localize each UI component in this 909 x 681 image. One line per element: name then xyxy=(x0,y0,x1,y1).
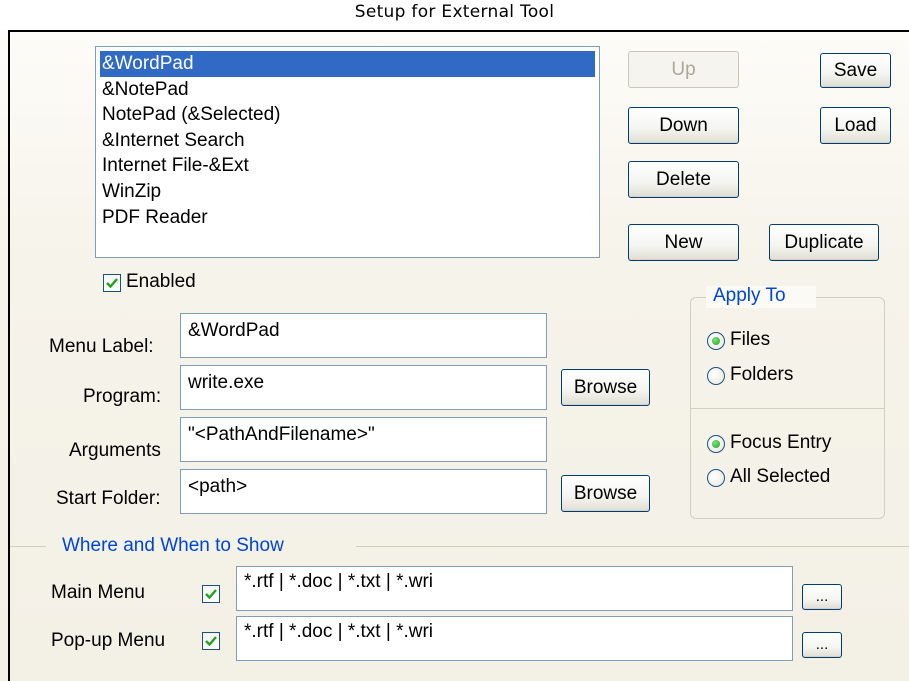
main-menu-label: Main Menu xyxy=(51,582,145,603)
main-menu-checkbox[interactable] xyxy=(202,585,220,603)
start-folder-input[interactable]: <path> xyxy=(180,469,547,514)
focus-entry-radio[interactable] xyxy=(707,435,725,453)
radio-dot-icon xyxy=(712,440,720,448)
files-label: Files xyxy=(730,329,771,350)
start-folder-label: Start Folder: xyxy=(56,488,161,509)
load-button[interactable]: Load xyxy=(820,107,891,144)
arguments-input[interactable]: "<PathAndFilename>" xyxy=(180,417,547,462)
all-selected-label: All Selected xyxy=(730,466,831,487)
files-radio[interactable] xyxy=(707,332,725,350)
program-input[interactable]: write.exe xyxy=(180,365,547,410)
popup-menu-ellipsis-button[interactable]: ... xyxy=(802,632,842,658)
section-divider xyxy=(10,546,46,547)
apply-to-title: Apply To xyxy=(713,285,786,306)
folders-radio[interactable] xyxy=(707,367,725,385)
enabled-label: Enabled xyxy=(126,271,196,292)
focus-entry-label: Focus Entry xyxy=(730,432,832,453)
down-button[interactable]: Down xyxy=(628,107,739,144)
save-button[interactable]: Save xyxy=(820,53,891,88)
delete-button[interactable]: Delete xyxy=(628,161,739,198)
list-item[interactable]: &NotePad xyxy=(100,77,595,103)
section-divider xyxy=(356,546,909,547)
tools-listbox[interactable]: &WordPad &NotePad NotePad (&Selected) &I… xyxy=(95,46,600,258)
enabled-checkbox[interactable] xyxy=(103,274,121,292)
up-button[interactable]: Up xyxy=(628,51,739,88)
all-selected-radio[interactable] xyxy=(707,469,725,487)
folders-label: Folders xyxy=(730,364,794,385)
list-item[interactable]: &WordPad xyxy=(100,51,595,77)
list-item[interactable]: &Internet Search xyxy=(100,128,595,154)
popup-menu-patterns-input[interactable]: *.rtf | *.doc | *.txt | *.wri xyxy=(236,616,793,661)
program-label: Program: xyxy=(83,386,162,407)
new-button[interactable]: New xyxy=(628,224,739,261)
menu-label-label: Menu Label: xyxy=(49,336,154,357)
popup-menu-checkbox[interactable] xyxy=(202,632,220,650)
panel-border-left xyxy=(8,30,10,681)
list-item[interactable]: Internet File-&Ext xyxy=(100,153,595,179)
menu-label-input[interactable]: &WordPad xyxy=(180,313,547,358)
list-item[interactable]: NotePad (&Selected) xyxy=(100,102,595,128)
main-menu-ellipsis-button[interactable]: ... xyxy=(802,584,842,610)
checkmark-icon xyxy=(205,636,217,647)
popup-menu-label: Pop-up Menu xyxy=(51,630,166,651)
apply-to-divider xyxy=(691,408,884,409)
list-item[interactable]: PDF Reader xyxy=(100,205,595,231)
duplicate-button[interactable]: Duplicate xyxy=(769,224,879,261)
browse-folder-button[interactable]: Browse xyxy=(561,475,650,512)
list-item[interactable]: WinZip xyxy=(100,179,595,205)
main-menu-patterns-input[interactable]: *.rtf | *.doc | *.txt | *.wri xyxy=(236,566,793,611)
panel-border-top xyxy=(8,30,909,32)
checkmark-icon xyxy=(106,278,118,289)
browse-program-button[interactable]: Browse xyxy=(561,369,650,406)
where-when-title: Where and When to Show xyxy=(62,535,284,556)
window-title: Setup for External Tool xyxy=(354,2,555,22)
radio-dot-icon xyxy=(712,337,720,345)
arguments-label: Arguments xyxy=(69,440,161,461)
checkmark-icon xyxy=(205,589,217,600)
